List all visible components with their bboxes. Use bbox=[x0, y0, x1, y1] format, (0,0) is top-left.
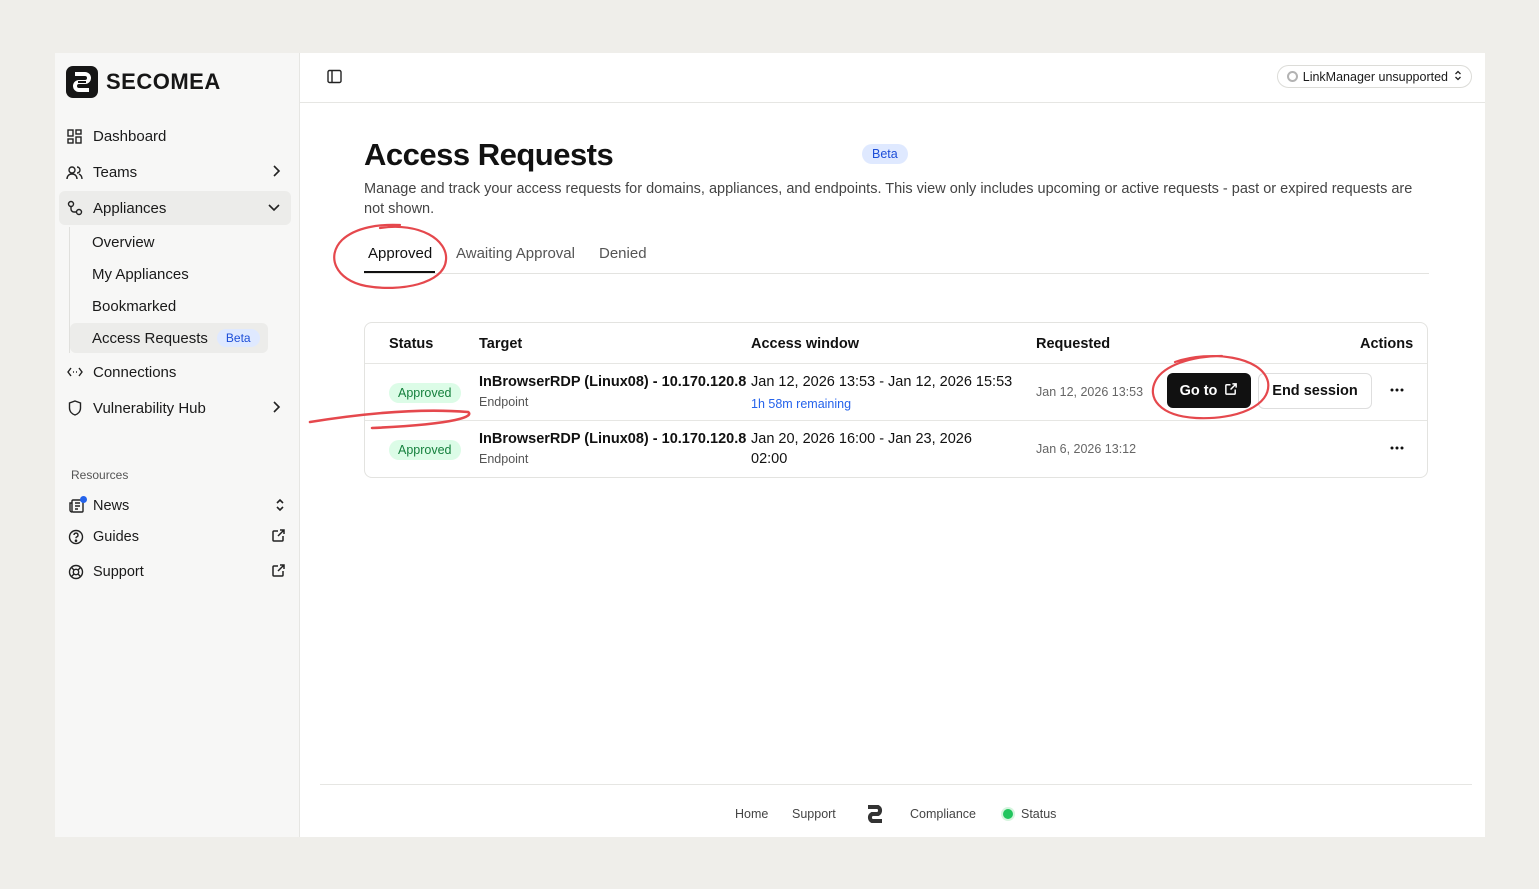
chevron-right-icon bbox=[271, 400, 281, 418]
help-circle-icon bbox=[68, 529, 85, 546]
lifebuoy-icon bbox=[68, 564, 85, 581]
resource-label: Guides bbox=[93, 529, 139, 545]
logo-text: SECOMEA bbox=[106, 69, 221, 94]
sidebar-item-label: Vulnerability Hub bbox=[93, 399, 206, 417]
target-type: Endpoint bbox=[479, 452, 529, 466]
row-divider bbox=[365, 363, 1427, 364]
access-window: Jan 20, 2026 16:00 - Jan 23, 2026 02:00 bbox=[751, 431, 972, 467]
sidebar-toggle-icon[interactable] bbox=[327, 69, 342, 89]
sidebar-item-overview[interactable]: Overview bbox=[70, 227, 268, 257]
footer: Home Support Compliance Status bbox=[320, 784, 1472, 837]
resource-label: Support bbox=[93, 564, 144, 580]
users-icon bbox=[66, 164, 83, 181]
beta-badge: Beta bbox=[862, 144, 908, 164]
more-actions-icon[interactable] bbox=[1387, 380, 1407, 400]
external-link-icon bbox=[271, 528, 286, 547]
sidebar-item-label: Bookmarked bbox=[92, 297, 177, 315]
access-requests-table: Status Target Access window Requested Ac… bbox=[364, 322, 1428, 478]
header-target: Target bbox=[479, 336, 523, 352]
dashboard-icon bbox=[66, 128, 83, 145]
notification-dot bbox=[80, 495, 87, 503]
footer-link-support[interactable]: Support bbox=[792, 807, 836, 821]
secomea-mark-icon bbox=[864, 803, 886, 830]
footer-link-compliance[interactable]: Compliance bbox=[910, 807, 976, 821]
header-actions: Actions bbox=[1360, 336, 1414, 352]
sidebar-item-appliances[interactable]: Appliances bbox=[59, 191, 291, 225]
logo[interactable]: SECOMEA bbox=[66, 66, 221, 98]
resource-item-support[interactable]: Support bbox=[68, 560, 286, 584]
header-status: Status bbox=[389, 336, 434, 352]
code-arrows-icon bbox=[66, 364, 83, 381]
shield-icon bbox=[66, 400, 83, 417]
tab-awaiting-approval[interactable]: Awaiting Approval bbox=[456, 245, 575, 262]
sidebar-item-my-appliances[interactable]: My Appliances bbox=[70, 259, 268, 289]
status-indicator bbox=[1003, 809, 1013, 819]
resource-item-guides[interactable]: Guides bbox=[68, 525, 286, 549]
status-badge: Approved bbox=[389, 383, 461, 403]
sidebar-item-label: Connections bbox=[93, 363, 177, 381]
external-link-icon bbox=[271, 563, 286, 582]
tab-denied[interactable]: Denied bbox=[599, 245, 647, 262]
chevron-right-icon bbox=[271, 164, 281, 182]
appliances-submenu: Overview My Appliances Bookmarked Access… bbox=[69, 227, 291, 353]
footer-link-status[interactable]: Status bbox=[1021, 807, 1056, 821]
more-actions-icon[interactable] bbox=[1387, 438, 1407, 458]
access-window: Jan 12, 2026 13:53 - Jan 12, 2026 15:53 bbox=[751, 374, 1013, 390]
status-badge: Approved bbox=[389, 440, 461, 460]
appliances-icon bbox=[66, 200, 83, 217]
sidebar-item-label: Appliances bbox=[93, 199, 167, 217]
chevron-down-icon bbox=[267, 200, 281, 218]
header-requested: Requested bbox=[1036, 336, 1111, 352]
target-name[interactable]: InBrowserRDP (Linux08) - 10.170.120.8 bbox=[479, 374, 746, 390]
resources-label: Resources bbox=[71, 468, 129, 482]
sidebar-item-bookmarked[interactable]: Bookmarked bbox=[70, 291, 268, 321]
sidebar-item-connections[interactable]: Connections bbox=[59, 355, 291, 389]
sidebar: SECOMEA Dashboard Teams Appliances Overv… bbox=[55, 53, 300, 837]
topbar: LinkManager unsupported bbox=[300, 53, 1485, 103]
main-content: LinkManager unsupported Access Requests … bbox=[300, 53, 1485, 837]
target-type: Endpoint bbox=[479, 395, 529, 409]
go-to-label: Go to bbox=[1179, 382, 1218, 399]
chevrons-updown-icon bbox=[274, 497, 286, 517]
sidebar-item-teams[interactable]: Teams bbox=[59, 155, 291, 189]
sidebar-item-label: Overview bbox=[92, 233, 155, 251]
end-session-button[interactable]: End session bbox=[1258, 373, 1372, 409]
time-remaining: 1h 58m remaining bbox=[751, 397, 852, 411]
requested-date: Jan 12, 2026 13:53 bbox=[1036, 385, 1144, 399]
beta-badge: Beta bbox=[216, 329, 260, 347]
row-divider bbox=[365, 420, 1427, 421]
resource-item-news[interactable]: News bbox=[68, 494, 286, 518]
sidebar-item-dashboard[interactable]: Dashboard bbox=[59, 119, 291, 153]
sidebar-item-label: My Appliances bbox=[92, 265, 189, 283]
sidebar-item-label: Access Requests bbox=[92, 329, 208, 347]
sidebar-item-access-requests[interactable]: Access Requests Beta bbox=[70, 323, 268, 353]
resource-label: News bbox=[93, 498, 130, 514]
tab-approved[interactable]: Approved bbox=[368, 245, 432, 262]
tabs: Approved Awaiting Approval Denied bbox=[364, 239, 1429, 274]
page-title: Access Requests bbox=[364, 137, 614, 172]
page-subtitle: Manage and track your access requests fo… bbox=[364, 181, 1413, 217]
target-name[interactable]: InBrowserRDP (Linux08) - 10.170.120.8 bbox=[479, 431, 746, 447]
active-tab-indicator bbox=[364, 271, 435, 273]
header-access-window: Access window bbox=[751, 336, 859, 352]
secomea-logo-icon bbox=[66, 66, 98, 98]
sidebar-item-label: Teams bbox=[93, 163, 138, 181]
app-window: SECOMEA Dashboard Teams Appliances Overv… bbox=[55, 53, 1485, 837]
status-ring-icon bbox=[1286, 71, 1298, 82]
go-to-button[interactable]: Go to bbox=[1167, 373, 1251, 408]
newspaper-icon bbox=[68, 495, 87, 515]
external-link-icon bbox=[1224, 382, 1238, 400]
sidebar-nav: Dashboard Teams Appliances Overview My A… bbox=[59, 119, 291, 427]
sidebar-item-vulnerability-hub[interactable]: Vulnerability Hub bbox=[59, 391, 291, 425]
chevrons-updown-icon bbox=[1454, 70, 1462, 84]
linkmanager-label: LinkManager unsupported bbox=[1302, 69, 1448, 84]
requested-date: Jan 6, 2026 13:12 bbox=[1036, 442, 1137, 456]
sidebar-item-label: Dashboard bbox=[93, 127, 167, 145]
linkmanager-select[interactable]: LinkManager unsupported bbox=[1276, 65, 1472, 88]
footer-link-home[interactable]: Home bbox=[735, 807, 768, 821]
